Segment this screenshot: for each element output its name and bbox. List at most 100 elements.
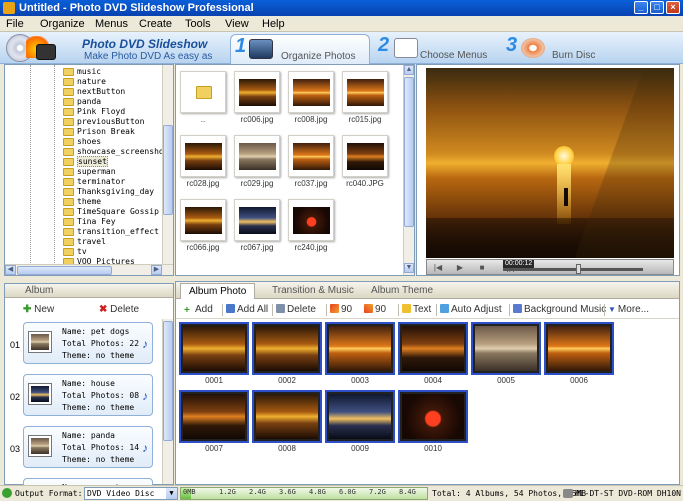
tree-folder-item[interactable]: Thanksgiving_day bbox=[63, 187, 154, 197]
add-photo-button[interactable]: + Add bbox=[184, 304, 213, 316]
tree-folder-item[interactable]: superman bbox=[63, 167, 116, 177]
new-album-button[interactable]: ✚ New bbox=[23, 304, 54, 315]
tree-folder-item[interactable]: travel bbox=[63, 237, 106, 247]
thumbs-vertical-scrollbar[interactable]: ▲ ▼ bbox=[403, 65, 414, 275]
album-list-item[interactable]: 02 Name: house Total Photos: 08 Theme: no t… bbox=[5, 374, 163, 418]
tab-album-photo[interactable]: Album Photo bbox=[180, 283, 256, 299]
tree-folder-item[interactable]: transition_effect bbox=[63, 227, 159, 237]
album-photo-item[interactable]: 0010 bbox=[398, 390, 468, 453]
file-thumbnail[interactable]: rc029.jpg bbox=[234, 135, 280, 188]
album-cover bbox=[28, 435, 52, 457]
tree-vertical-scrollbar[interactable] bbox=[162, 65, 173, 264]
album-list-item[interactable]: 03 Name: panda Total Photos: 14 Theme: no t… bbox=[5, 426, 163, 470]
maximize-button[interactable]: □ bbox=[650, 1, 664, 14]
text-button[interactable]: Text bbox=[402, 304, 431, 315]
file-thumbnail[interactable]: rc008.jpg bbox=[288, 71, 334, 124]
tree-horizontal-scrollbar[interactable]: ◀ ▶ bbox=[5, 264, 173, 275]
menu-doc-icon bbox=[394, 38, 418, 58]
volume-slider-track[interactable] bbox=[503, 268, 643, 271]
scroll-thumb[interactable] bbox=[163, 125, 173, 215]
file-thumbnail[interactable]: rc015.jpg bbox=[342, 71, 388, 124]
tree-folder-item[interactable]: theme bbox=[63, 197, 101, 207]
tree-folder-item[interactable]: Pink Floyd bbox=[63, 107, 125, 117]
menu-organize[interactable]: Organize bbox=[40, 18, 85, 30]
file-thumbnail[interactable]: rc067.jpg bbox=[234, 199, 280, 252]
minimize-button[interactable]: _ bbox=[634, 1, 648, 14]
album-photo-item[interactable]: 0006 bbox=[544, 322, 614, 385]
photo-image bbox=[329, 394, 391, 439]
delete-album-button[interactable]: ✖ Delete bbox=[99, 304, 139, 315]
auto-adjust-button[interactable]: Auto Adjust bbox=[440, 304, 502, 315]
menu-help[interactable]: Help bbox=[262, 18, 285, 30]
close-button[interactable]: × bbox=[666, 1, 680, 14]
photo-frame bbox=[325, 322, 395, 375]
file-thumbnail[interactable]: rc040.JPG bbox=[342, 135, 388, 188]
menu-menus[interactable]: Menus bbox=[95, 18, 128, 30]
tree-folder-item[interactable]: tv bbox=[63, 247, 87, 257]
scroll-thumb[interactable] bbox=[163, 321, 173, 441]
menu-file[interactable]: File bbox=[6, 18, 24, 30]
rotate-left-button[interactable]: 90 bbox=[330, 304, 352, 315]
tree-folder-item[interactable]: Prison Break bbox=[63, 127, 135, 137]
background-music-button[interactable]: Background Music bbox=[513, 304, 606, 315]
previous-frame-icon[interactable]: |◀ bbox=[431, 262, 445, 273]
tree-folder-item[interactable]: shoes bbox=[63, 137, 101, 147]
tab-album-theme[interactable]: Album Theme bbox=[371, 285, 433, 296]
album-card[interactable]: Name: panda Total Photos: 14 Theme: no the… bbox=[23, 426, 153, 468]
tree-folder-item[interactable]: nature bbox=[63, 77, 106, 87]
tab-album[interactable]: Album bbox=[25, 285, 53, 296]
menu-create[interactable]: Create bbox=[139, 18, 172, 30]
album-total: Total Photos: 22 bbox=[62, 339, 140, 348]
parent-folder-item[interactable]: .. bbox=[180, 71, 226, 124]
scroll-down-arrow-icon[interactable]: ▼ bbox=[404, 263, 414, 273]
tree-folder-item[interactable]: sunset bbox=[63, 156, 108, 167]
album-vertical-scrollbar[interactable] bbox=[162, 319, 173, 484]
file-thumbnail[interactable]: rc006.jpg bbox=[234, 71, 280, 124]
output-format-select[interactable]: DVD Video Disc ▼ bbox=[84, 487, 178, 500]
scroll-thumb[interactable] bbox=[17, 266, 112, 275]
tree-folder-item[interactable]: terminator bbox=[63, 177, 125, 187]
tree-folder-item[interactable]: TimeSquare Gossip bbox=[63, 207, 159, 217]
step-burn-disc[interactable]: 3 Burn Disc bbox=[506, 34, 606, 64]
album-photo-item[interactable]: 0007 bbox=[179, 390, 249, 453]
album-photo-item[interactable]: 0005 bbox=[471, 322, 541, 385]
step-organize-photos[interactable]: 1 Organize Photos bbox=[230, 34, 370, 65]
scroll-left-arrow-icon[interactable]: ◀ bbox=[5, 265, 16, 275]
stop-icon[interactable]: ■ bbox=[475, 262, 489, 273]
album-photo-item[interactable]: 0001 bbox=[179, 322, 249, 385]
file-thumbnail[interactable]: rc240.jpg bbox=[288, 199, 334, 252]
album-photo-item[interactable]: 0003 bbox=[325, 322, 395, 385]
tree-folder-item[interactable]: panda bbox=[63, 97, 101, 107]
rotate-right-button[interactable]: 90 bbox=[364, 304, 386, 315]
album-photo-item[interactable]: 0009 bbox=[325, 390, 395, 453]
file-name: rc029.jpg bbox=[240, 179, 274, 188]
file-thumbnail[interactable]: rc028.jpg bbox=[180, 135, 226, 188]
album-photo-item[interactable]: 0002 bbox=[252, 322, 322, 385]
scroll-right-arrow-icon[interactable]: ▶ bbox=[151, 265, 162, 275]
album-card[interactable]: Name: house Total Photos: 08 Theme: no the… bbox=[23, 374, 153, 416]
play-icon[interactable]: ▶ bbox=[453, 262, 467, 273]
menu-tools[interactable]: Tools bbox=[185, 18, 211, 30]
file-thumbnail[interactable]: rc066.jpg bbox=[180, 199, 226, 252]
album-card[interactable]: Name: pet dogs Total Photos: 22 Theme: no … bbox=[23, 322, 153, 364]
tree-folder-item[interactable]: music bbox=[63, 67, 101, 77]
tab-transition-music[interactable]: Transition & Music bbox=[272, 285, 354, 296]
tree-folder-item[interactable]: nextButton bbox=[63, 87, 125, 97]
volume-slider-knob[interactable] bbox=[575, 264, 581, 274]
thumbnail-frame bbox=[180, 135, 226, 177]
tree-folder-item[interactable]: previousButton bbox=[63, 117, 144, 127]
menu-view[interactable]: View bbox=[225, 18, 249, 30]
album-photo-item[interactable]: 0004 bbox=[398, 322, 468, 385]
album-photo-item[interactable]: 0008 bbox=[252, 390, 322, 453]
album-list-item[interactable]: 01 Name: pet dogs Total Photos: 22 Theme: n… bbox=[5, 322, 163, 366]
scroll-thumb[interactable] bbox=[404, 77, 414, 227]
step-choose-menus[interactable]: 2 Choose Menus bbox=[378, 34, 488, 64]
thumbnail-frame bbox=[234, 135, 280, 177]
folder-tree[interactable]: music nature nextButton panda Pink Floyd prev… bbox=[4, 64, 174, 276]
more-button[interactable]: ▼ More... bbox=[608, 304, 649, 315]
delete-photo-button[interactable]: Delete bbox=[276, 304, 316, 315]
tree-folder-item[interactable]: Tina Fey bbox=[63, 217, 116, 227]
scroll-up-arrow-icon[interactable]: ▲ bbox=[404, 65, 414, 75]
file-thumbnail[interactable]: rc037.jpg bbox=[288, 135, 334, 188]
add-all-button[interactable]: Add All bbox=[226, 304, 268, 315]
